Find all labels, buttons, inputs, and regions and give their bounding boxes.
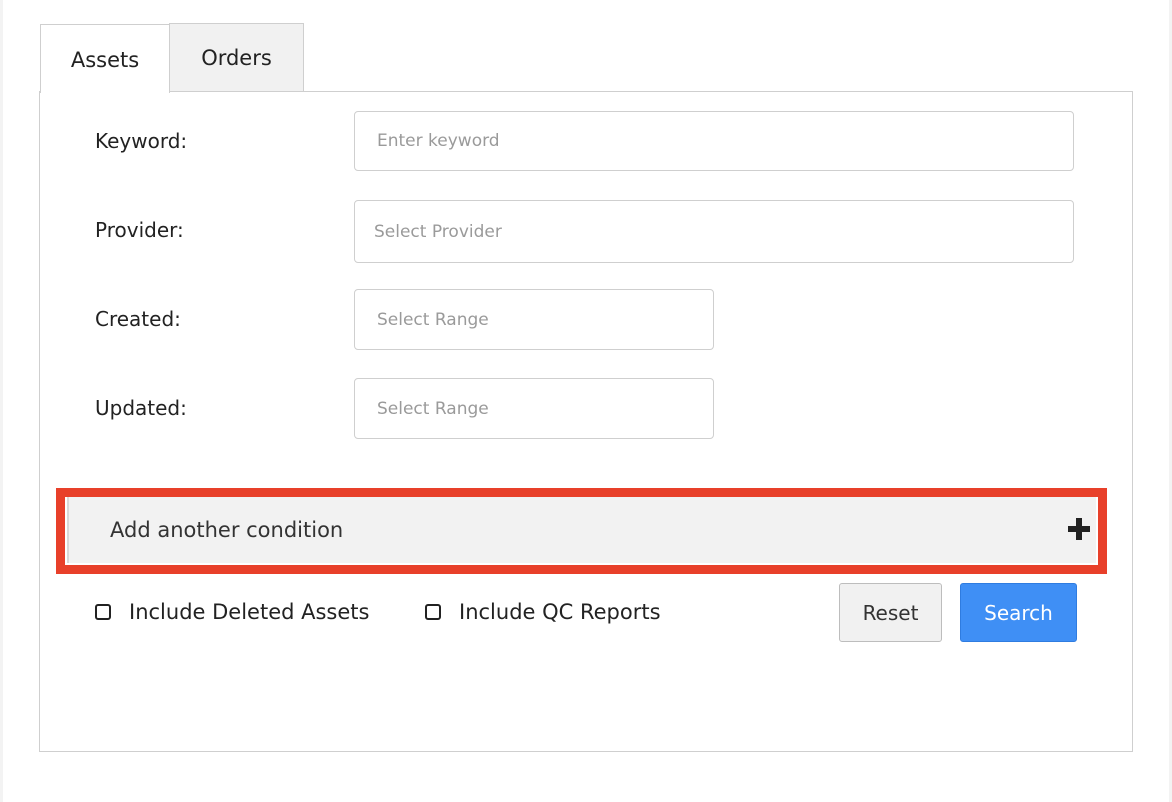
plus-icon[interactable] (1068, 518, 1090, 540)
tab-assets[interactable]: Assets (40, 24, 170, 93)
include-deleted-label: Include Deleted Assets (129, 600, 370, 624)
include-deleted-option[interactable]: Include Deleted Assets (95, 600, 369, 624)
tab-assets-label: Assets (70, 48, 140, 72)
updated-label: Updated: (95, 396, 187, 420)
include-qc-checkbox[interactable] (425, 604, 441, 620)
include-qc-option[interactable]: Include QC Reports (425, 600, 661, 624)
search-button[interactable]: Search (960, 583, 1077, 642)
add-condition-label: Add another condition (110, 518, 344, 542)
keyword-input[interactable] (354, 111, 1074, 171)
include-qc-label: Include QC Reports (459, 600, 661, 624)
tab-orders[interactable]: Orders (169, 23, 304, 92)
add-condition-button[interactable]: Add another condition (67, 497, 1096, 563)
provider-label: Provider: (95, 218, 184, 242)
provider-select[interactable] (354, 200, 1074, 263)
updated-range-input[interactable] (354, 378, 714, 439)
include-deleted-checkbox[interactable] (95, 604, 111, 620)
tab-orders-label: Orders (201, 45, 272, 70)
reset-button[interactable]: Reset (839, 583, 942, 642)
keyword-label: Keyword: (95, 129, 188, 153)
created-label: Created: (95, 307, 181, 331)
created-range-input[interactable] (354, 289, 714, 350)
window-edge-left (0, 0, 3, 802)
